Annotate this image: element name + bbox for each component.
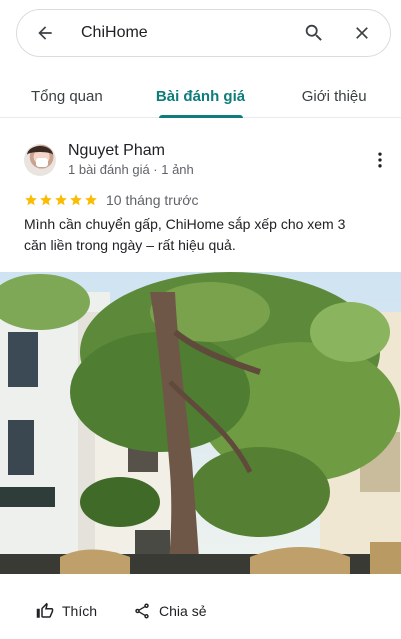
search-icon	[305, 24, 322, 41]
back-button[interactable]	[21, 10, 69, 56]
search-input[interactable]	[69, 24, 290, 42]
star-icon	[55, 194, 67, 206]
arrow-left-icon	[38, 26, 52, 40]
tab-bar: Tổng quan Bài đánh giá Giới thiệu	[0, 74, 401, 118]
rating-row: 10 tháng trước	[24, 191, 199, 209]
avatar[interactable]	[24, 144, 56, 176]
review-actions: Thích Chia sẻ	[36, 598, 206, 624]
review-header: Nguyet Pham 1 bài đánh giá · 1 ảnh	[24, 138, 384, 182]
review-text: Mình cần chuyển gấp, ChiHome sắp xếp cho…	[24, 216, 346, 253]
search-button[interactable]	[290, 10, 338, 56]
search-bar	[16, 9, 391, 57]
reviewer-info[interactable]: Nguyet Pham 1 bài đánh giá · 1 ảnh	[68, 141, 368, 179]
share-label: Chia sẻ	[159, 603, 207, 619]
tab-overview[interactable]: Tổng quan	[0, 74, 134, 117]
tab-about[interactable]: Giới thiệu	[267, 74, 401, 117]
reviewer-meta: 1 bài đánh giá · 1 ảnh	[68, 162, 194, 177]
review-time: 10 tháng trước	[106, 192, 199, 208]
clear-button[interactable]	[338, 10, 386, 56]
more-options-button[interactable]	[368, 148, 392, 172]
star-rating	[24, 193, 98, 207]
review-photo[interactable]	[0, 272, 401, 574]
close-icon	[356, 27, 368, 39]
reviewer-name[interactable]: Nguyet Pham	[68, 141, 368, 161]
thumb-up-icon	[36, 602, 54, 618]
like-label: Thích	[62, 603, 98, 619]
star-icon	[85, 194, 97, 206]
like-button[interactable]: Thích	[36, 602, 97, 620]
star-icon	[70, 194, 82, 206]
star-icon	[40, 194, 52, 206]
more-vert-icon	[378, 152, 382, 168]
tab-reviews[interactable]: Bài đánh giá	[134, 74, 268, 117]
star-icon	[25, 194, 37, 206]
share-icon	[135, 603, 149, 619]
share-button[interactable]: Chia sẻ	[133, 602, 206, 620]
